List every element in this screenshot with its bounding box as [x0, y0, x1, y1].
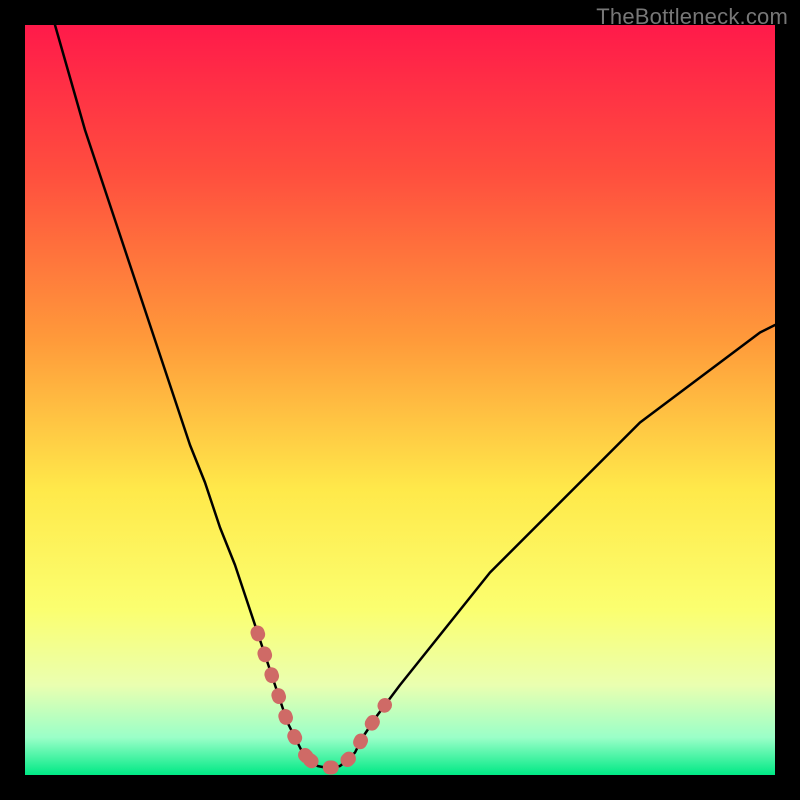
bottleneck-chart — [25, 25, 775, 775]
watermark-text: TheBottleneck.com — [596, 4, 788, 30]
chart-frame — [25, 25, 775, 775]
chart-background-gradient — [25, 25, 775, 775]
